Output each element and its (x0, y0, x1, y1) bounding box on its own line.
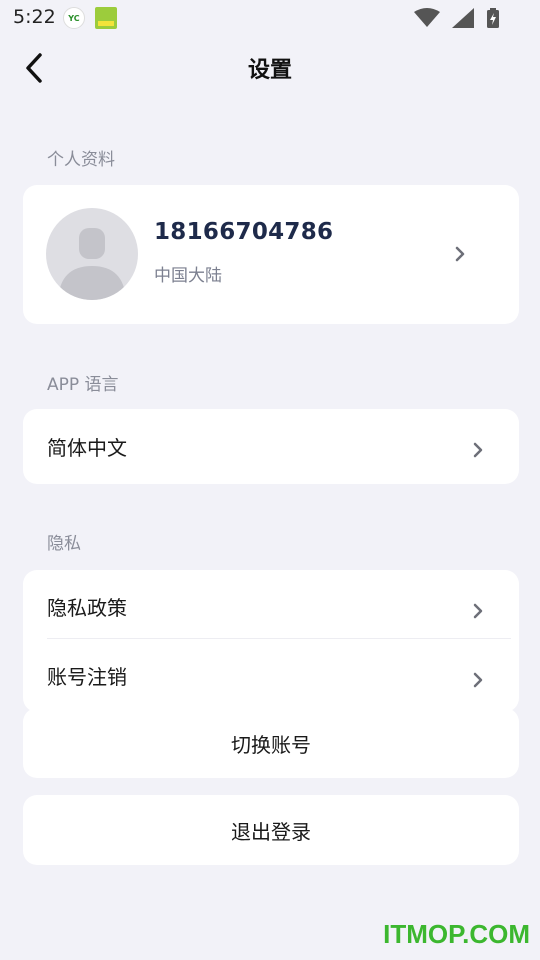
section-label-language: APP 语言 (47, 375, 119, 395)
watermark: ITMOP.COM (383, 919, 530, 949)
status-bar: 5:22 YC (0, 0, 540, 36)
app-notification-icon-2 (95, 7, 117, 29)
signal-icon (452, 8, 474, 28)
language-row[interactable]: 简体中文 (23, 409, 519, 484)
page-title: 设置 (247, 58, 292, 83)
account-deletion-label: 账号注销 (47, 665, 127, 689)
chevron-right-icon (473, 672, 483, 688)
account-deletion-row[interactable]: 账号注销 (23, 639, 519, 712)
privacy-policy-label: 隐私政策 (47, 596, 127, 620)
section-label-privacy: 隐私 (47, 534, 81, 554)
status-time: 5:22 (13, 6, 56, 28)
battery-icon (487, 8, 499, 28)
region-label: 中国大陆 (154, 266, 222, 286)
privacy-policy-row[interactable]: 隐私政策 (23, 570, 519, 638)
logout-button[interactable]: 退出登录 (23, 795, 519, 865)
phone-number: 18166704786 (154, 219, 334, 245)
chevron-right-icon (455, 246, 465, 262)
app-notification-icon: YC (63, 7, 85, 29)
privacy-card: 隐私政策 账号注销 (23, 570, 519, 712)
wifi-icon (414, 8, 440, 27)
chevron-right-icon (473, 603, 483, 619)
switch-account-button[interactable]: 切换账号 (23, 708, 519, 778)
chevron-right-icon (473, 442, 483, 458)
language-value: 简体中文 (47, 436, 127, 460)
avatar (46, 208, 138, 300)
section-label-profile: 个人资料 (47, 150, 115, 170)
default-avatar-icon (58, 228, 126, 300)
profile-card[interactable]: 18166704786 中国大陆 (23, 185, 519, 324)
